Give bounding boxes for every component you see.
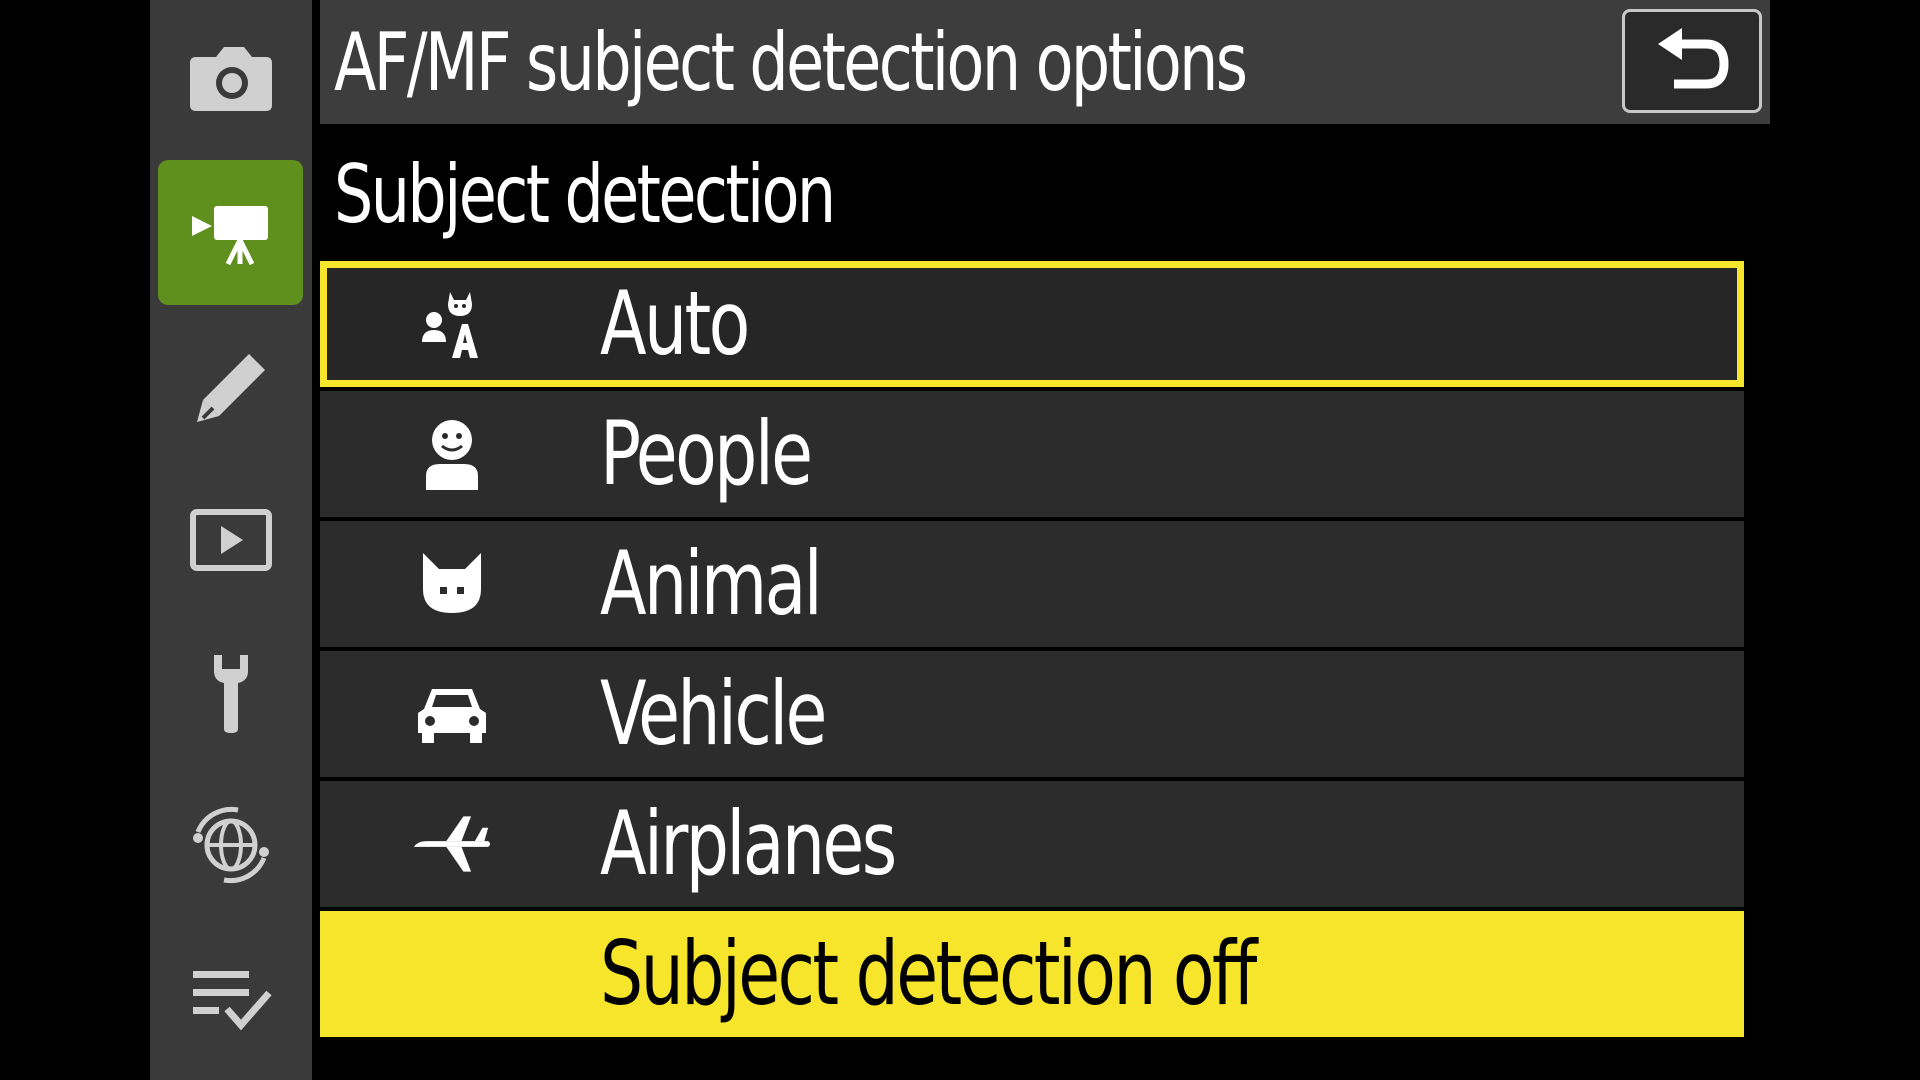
option-label: Airplanes bbox=[600, 792, 897, 895]
tab-playback[interactable] bbox=[158, 467, 303, 612]
option-animal[interactable]: Animal bbox=[320, 521, 1744, 647]
option-vehicle[interactable]: Vehicle bbox=[320, 651, 1744, 777]
option-auto[interactable]: Auto bbox=[320, 261, 1744, 387]
camera-icon bbox=[189, 46, 272, 111]
menu-tab-rail bbox=[150, 0, 312, 1080]
tab-network[interactable] bbox=[158, 772, 303, 917]
network-icon bbox=[192, 806, 269, 883]
option-label: Auto bbox=[600, 272, 750, 375]
section-heading: Subject detection bbox=[334, 148, 836, 241]
option-list: Auto People Animal Vehicle Airplanes Sub… bbox=[320, 261, 1744, 1041]
my-menu-icon bbox=[192, 970, 272, 1030]
tab-setup[interactable] bbox=[158, 620, 303, 765]
tab-photo-shooting[interactable] bbox=[158, 10, 303, 155]
option-label: Subject detection off bbox=[600, 922, 1257, 1025]
page-title: AF/MF subject detection options bbox=[334, 16, 1248, 109]
tab-my-menu[interactable] bbox=[158, 925, 303, 1070]
return-icon bbox=[1658, 28, 1729, 89]
animal-icon bbox=[423, 553, 481, 613]
option-label: Animal bbox=[600, 532, 823, 635]
option-label: People bbox=[600, 402, 813, 505]
back-button[interactable] bbox=[1622, 9, 1762, 113]
playback-icon bbox=[189, 508, 272, 571]
menu-header: AF/MF subject detection options bbox=[320, 0, 1770, 124]
option-people[interactable]: People bbox=[320, 391, 1744, 517]
airplane-icon bbox=[413, 816, 491, 872]
auto-detect-icon bbox=[422, 292, 478, 358]
camera-menu-screen: AF/MF subject detection options Subject … bbox=[0, 0, 1920, 1080]
person-icon bbox=[426, 420, 478, 490]
tab-custom-settings[interactable] bbox=[158, 315, 303, 460]
wrench-icon bbox=[213, 654, 248, 733]
movie-camera-icon bbox=[191, 205, 268, 265]
vehicle-icon bbox=[418, 689, 486, 743]
pencil-icon bbox=[196, 353, 265, 422]
option-subject-detection-off[interactable]: Subject detection off bbox=[320, 911, 1744, 1037]
option-airplanes[interactable]: Airplanes bbox=[320, 781, 1744, 907]
tab-video-recording[interactable] bbox=[158, 160, 303, 305]
option-label: Vehicle bbox=[600, 662, 827, 765]
